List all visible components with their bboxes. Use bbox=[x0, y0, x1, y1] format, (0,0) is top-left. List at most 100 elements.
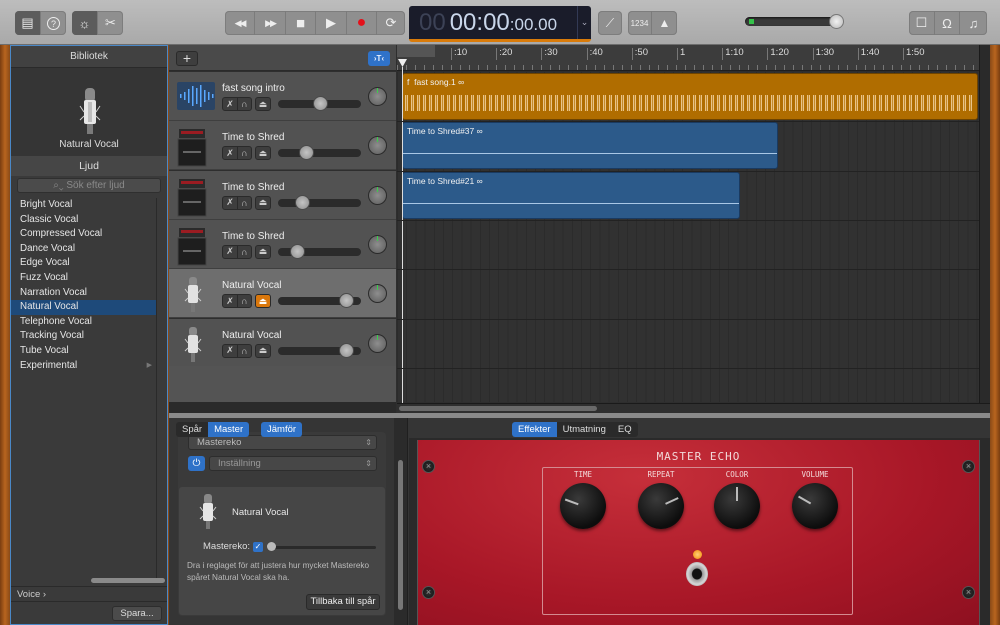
editor-scroll-thumb[interactable] bbox=[398, 460, 403, 610]
add-track-button[interactable]: + bbox=[176, 51, 198, 66]
volume-knob[interactable] bbox=[338, 293, 354, 309]
tab-master[interactable]: Master bbox=[208, 422, 250, 437]
audio-region[interactable]: Time to Shred#21 ∞ bbox=[402, 171, 740, 219]
track-name[interactable]: Natural Vocal bbox=[222, 330, 281, 341]
mute-icon[interactable]: ✗ bbox=[223, 98, 237, 110]
record-button[interactable]: ● bbox=[347, 11, 377, 35]
patch-list-item[interactable]: Edge Vocal bbox=[11, 256, 156, 271]
headphones-icon[interactable]: ∩ bbox=[237, 98, 251, 110]
catch-playhead-button[interactable]: ›T‹ bbox=[368, 51, 390, 66]
patch-list-item[interactable]: Natural Vocal bbox=[11, 300, 156, 315]
patch-list-item[interactable]: Tracking Vocal bbox=[11, 329, 156, 344]
track-volume-slider[interactable] bbox=[278, 145, 361, 161]
track-volume-slider[interactable] bbox=[278, 96, 361, 111]
pan-knob[interactable] bbox=[368, 234, 387, 254]
pan-knob[interactable] bbox=[368, 87, 387, 106]
pan-knob[interactable] bbox=[368, 333, 387, 353]
record-enable-button[interactable]: ⏏ bbox=[255, 244, 271, 259]
tab-effects[interactable]: Effekter bbox=[512, 422, 557, 437]
patch-list-item[interactable]: Dance Vocal bbox=[11, 242, 156, 257]
metronome-button[interactable]: ▲ bbox=[652, 11, 677, 35]
track-name[interactable]: Natural Vocal bbox=[222, 280, 281, 291]
audio-region[interactable]: f fast song.1 ∞ bbox=[402, 73, 978, 120]
patch-list-item[interactable]: Compressed Vocal bbox=[11, 227, 156, 242]
patch-list-item[interactable]: Fuzz Vocal bbox=[11, 271, 156, 286]
track-header[interactable]: Time to Shred ✗ ∩ ⏏ bbox=[169, 121, 396, 171]
editor-vertical-scrollbar[interactable] bbox=[394, 418, 408, 625]
volume-knob[interactable] bbox=[338, 342, 354, 358]
cycle-region-area[interactable] bbox=[397, 45, 435, 57]
headphones-icon[interactable]: ∩ bbox=[237, 245, 251, 258]
library-horizontal-scrollbar[interactable] bbox=[91, 578, 165, 583]
knob-repeat[interactable] bbox=[638, 483, 684, 529]
track-volume-slider[interactable] bbox=[278, 194, 361, 210]
send-amount-knob[interactable] bbox=[267, 542, 276, 551]
fast-forward-button[interactable]: ▶▶ bbox=[255, 11, 286, 35]
horizontal-scrollbar[interactable] bbox=[397, 403, 990, 413]
play-button[interactable]: ▶ bbox=[316, 11, 347, 35]
record-enable-button[interactable]: ⏏ bbox=[255, 97, 271, 111]
mute-icon[interactable]: ✗ bbox=[223, 147, 237, 159]
save-patch-button[interactable]: Spara... bbox=[112, 606, 162, 621]
send-enabled-checkbox[interactable]: ✓ bbox=[253, 542, 263, 552]
knob-volume[interactable] bbox=[792, 483, 838, 529]
vertical-scrollbar[interactable] bbox=[979, 45, 990, 403]
track-header[interactable]: Time to Shred ✗ ∩ ⏏ bbox=[169, 219, 396, 269]
track-volume-slider[interactable] bbox=[278, 342, 361, 358]
stop-button[interactable]: ■ bbox=[286, 11, 316, 35]
headphones-icon[interactable]: ∩ bbox=[237, 295, 251, 308]
bypass-toggle-switch[interactable] bbox=[686, 562, 708, 586]
mute-icon[interactable]: ✗ bbox=[223, 345, 237, 357]
volume-knob[interactable] bbox=[313, 96, 328, 111]
mute-icon[interactable]: ✗ bbox=[223, 197, 237, 209]
count-in-button[interactable]: 1234 bbox=[628, 11, 652, 35]
cycle-button[interactable]: ⟳ bbox=[377, 11, 405, 35]
tuner-button[interactable]: ⟋ bbox=[598, 11, 622, 35]
horizontal-scroll-thumb[interactable] bbox=[399, 406, 597, 411]
library-search-input[interactable]: ⌕⌄ Sök efter ljud bbox=[17, 178, 161, 193]
pan-knob[interactable] bbox=[368, 136, 387, 156]
help-button[interactable]: ? bbox=[41, 11, 66, 35]
pan-knob[interactable] bbox=[368, 284, 387, 304]
timeline-ruler[interactable]: :10:20:30:40:50 1 1:10 1:20 1:30 1:40 1:50 bbox=[397, 45, 979, 71]
patch-list-item[interactable]: Experimental ▶ bbox=[11, 359, 156, 374]
tab-track[interactable]: Spår bbox=[176, 422, 208, 437]
library-button[interactable]: ▤ bbox=[15, 11, 41, 35]
track-header[interactable]: Natural Vocal ✗ ∩ ⏏ bbox=[169, 269, 396, 319]
lcd-mode-chevron-icon[interactable]: ⌄ bbox=[577, 6, 591, 39]
send-amount-slider[interactable] bbox=[268, 546, 376, 549]
patch-list-item[interactable]: Bright Vocal bbox=[11, 198, 156, 213]
volume-knob[interactable] bbox=[289, 243, 305, 259]
mute-icon[interactable]: ✗ bbox=[223, 246, 237, 258]
patch-list-item[interactable]: Classic Vocal bbox=[11, 213, 156, 228]
track-header[interactable]: fast song intro ✗ ∩ ⏏ bbox=[169, 72, 396, 121]
volume-knob[interactable] bbox=[294, 194, 310, 210]
notepad-button[interactable]: ☐ bbox=[909, 11, 935, 35]
record-enable-button[interactable]: ⏏ bbox=[255, 294, 271, 309]
volume-knob[interactable] bbox=[299, 145, 314, 161]
knob-time[interactable] bbox=[560, 483, 606, 529]
record-enable-button[interactable]: ⏏ bbox=[255, 195, 271, 210]
plugin-popup[interactable]: Mastereko ⇕ bbox=[188, 435, 377, 450]
track-name[interactable]: Time to Shred bbox=[222, 231, 284, 242]
record-enable-button[interactable]: ⏏ bbox=[255, 146, 271, 161]
media-browser-button[interactable]: ♫ bbox=[960, 11, 987, 35]
rewind-button[interactable]: ◀◀ bbox=[225, 11, 255, 35]
track-header[interactable]: Time to Shred ✗ ∩ ⏏ bbox=[169, 170, 396, 220]
headphones-icon[interactable]: ∩ bbox=[237, 147, 251, 160]
master-volume-slider[interactable] bbox=[745, 17, 840, 26]
patch-list-item[interactable]: Narration Vocal bbox=[11, 286, 156, 301]
headphones-icon[interactable]: ∩ bbox=[237, 344, 251, 357]
patch-list-item[interactable]: Telephone Vocal bbox=[11, 315, 156, 330]
track-name[interactable]: Time to Shred bbox=[222, 132, 284, 143]
lcd-display[interactable]: 00 00:00 :00.00 ⌄ bbox=[409, 6, 591, 42]
track-name[interactable]: fast song intro bbox=[222, 83, 285, 94]
audio-region[interactable]: Time to Shred#37 ∞ bbox=[402, 122, 778, 170]
mute-icon[interactable]: ✗ bbox=[223, 295, 237, 307]
track-name[interactable]: Time to Shred bbox=[222, 182, 284, 193]
preset-popup[interactable]: Inställning ⇕ bbox=[209, 456, 377, 471]
loop-browser-button[interactable]: Ω bbox=[935, 11, 960, 35]
pan-knob[interactable] bbox=[368, 185, 387, 205]
knob-color[interactable] bbox=[714, 483, 760, 529]
patch-list-item[interactable]: Tube Vocal bbox=[11, 344, 156, 359]
